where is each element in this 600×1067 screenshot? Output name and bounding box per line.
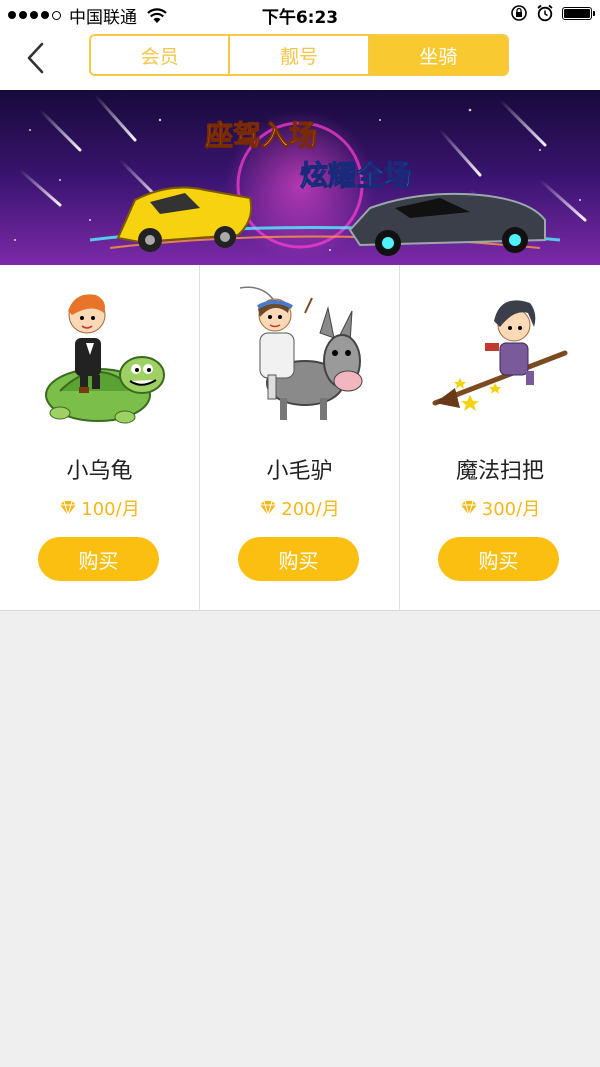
- promo-banner[interactable]: 座驾入场 炫耀全场: [0, 90, 600, 265]
- item-name: 魔法扫把: [455, 459, 544, 484]
- broom-rider-icon: [432, 300, 568, 411]
- item-price-text: 300/月: [481, 499, 541, 520]
- banner-text-1: 座驾入场: [205, 119, 317, 152]
- item-price-text: 100/月: [81, 499, 140, 520]
- status-right: [510, 4, 595, 22]
- item-name: 小毛驴: [266, 459, 333, 484]
- buy-button[interactable]: 购买: [238, 537, 359, 581]
- item-price-text: 200/月: [281, 499, 340, 520]
- buy-button[interactable]: 购买: [438, 537, 559, 581]
- banner-text-2: 炫耀全场: [300, 159, 412, 192]
- item-price: 100/月: [0, 495, 199, 521]
- item-price: 200/月: [200, 495, 399, 521]
- chevron-left-icon[interactable]: [22, 40, 52, 76]
- tab-mount[interactable]: 坐骑: [369, 36, 507, 74]
- mount-item: 小乌龟 100/月 购买: [0, 265, 200, 610]
- mount-grid: 小乌龟 100/月 购买 小毛驴 200/月 购买 魔法扫把 300/月 购买: [0, 265, 600, 611]
- alarm-icon: [537, 4, 553, 22]
- battery-icon: [562, 6, 595, 20]
- diamond-icon: [60, 500, 77, 516]
- mount-item: 魔法扫把 300/月 购买: [400, 265, 600, 610]
- diamond-icon: [260, 500, 277, 516]
- banner-art: 座驾入场 炫耀全场: [0, 90, 600, 265]
- mount-item: 小毛驴 200/月 购买: [200, 265, 400, 610]
- tab-pretty-number[interactable]: 靓号: [230, 36, 370, 74]
- item-price: 300/月: [400, 495, 600, 521]
- donkey-rider-icon: [239, 286, 363, 420]
- orientation-lock-icon: [511, 5, 527, 21]
- buy-button[interactable]: 购买: [38, 537, 159, 581]
- turtle-rider-icon: [45, 294, 165, 424]
- diamond-icon: [460, 500, 477, 516]
- category-tabs: 会员 靓号 坐骑: [89, 34, 509, 76]
- nav-bar: 会员 靓号 坐骑: [0, 28, 600, 90]
- status-bar: 中国联通 下午6:23: [0, 0, 600, 28]
- item-name: 小乌龟: [66, 459, 133, 484]
- tab-member[interactable]: 会员: [91, 36, 231, 74]
